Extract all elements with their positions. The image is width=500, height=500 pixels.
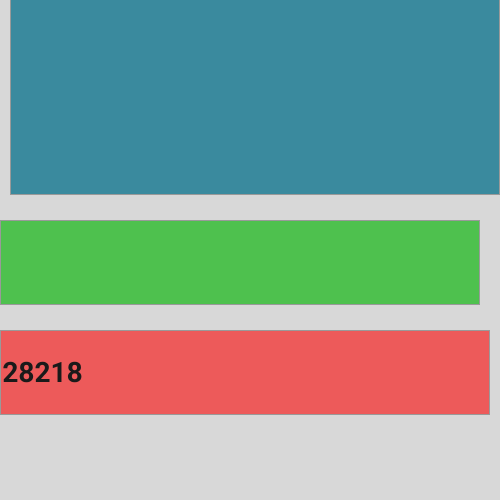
info-bar-teal [10,0,500,195]
score-bar-per-ghz: z: 27346 [0,220,480,305]
score-bar-all-cores-label: all cores): 28218 [0,356,83,389]
score-bar-all-cores: all cores): 28218 [0,330,490,415]
